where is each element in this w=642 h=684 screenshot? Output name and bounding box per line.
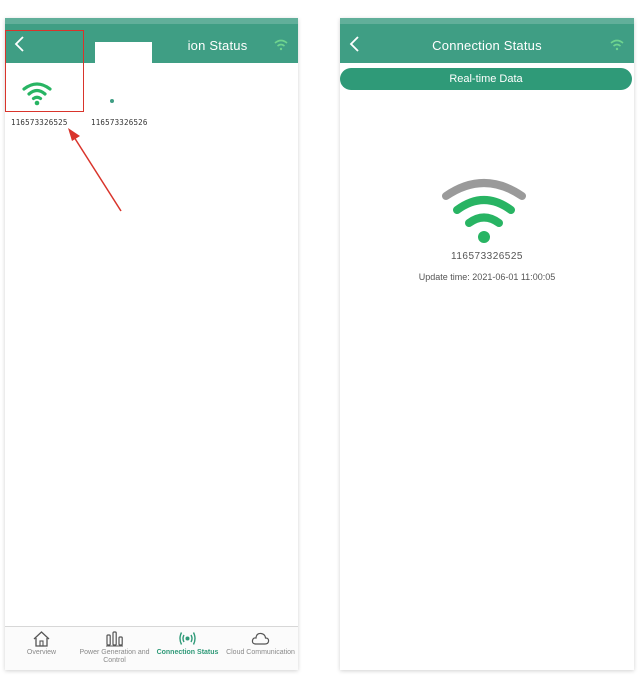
page-title: Connection Status — [432, 38, 542, 53]
nav-label: Cloud Communication — [226, 649, 295, 656]
device-id: 116573326525 — [451, 251, 523, 262]
device-list-screen: ion Status 116573326525 116573326526 Ove… — [5, 18, 298, 670]
nav-label: Overview — [26, 649, 57, 656]
nav-connection-status[interactable]: Connection Status — [151, 627, 224, 670]
title-mask — [95, 42, 152, 70]
status-bar — [340, 18, 634, 24]
wifi-signal-icon[interactable] — [610, 39, 624, 51]
bar-chart-icon — [106, 631, 123, 647]
pointer-arrow — [68, 128, 122, 212]
home-icon — [33, 631, 50, 647]
bottom-nav: Overview Power Generation and Control Co… — [5, 626, 298, 670]
realtime-data-button[interactable]: Real-time Data — [340, 68, 632, 90]
wifi-signal-icon[interactable] — [274, 39, 288, 51]
device-status-dot[interactable] — [110, 99, 114, 103]
update-time: Update time: 2021-06-01 11:00:05 — [418, 272, 556, 282]
header-bar: Connection Status — [340, 18, 634, 63]
connection-status-screen: Connection Status Real-time Data 1165733… — [340, 18, 634, 670]
nav-power-generation[interactable]: Power Generation and Control — [78, 627, 151, 670]
nav-label: Connection Status — [156, 649, 219, 656]
wifi-icon[interactable] — [21, 80, 53, 106]
status-bar — [5, 18, 298, 24]
nav-overview[interactable]: Overview — [5, 627, 78, 670]
nav-label: Power Generation and Control — [79, 649, 150, 664]
nav-cloud-communication[interactable]: Cloud Communication — [224, 627, 297, 670]
broadcast-icon — [179, 632, 196, 645]
wifi-icon — [442, 179, 526, 243]
cloud-icon — [251, 632, 270, 645]
